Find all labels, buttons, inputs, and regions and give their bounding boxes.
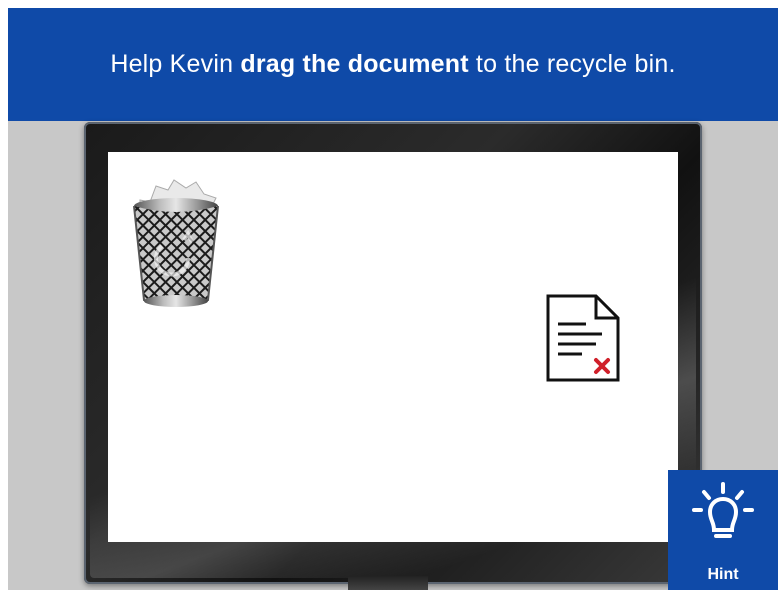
instruction-text: Help Kevin drag the document to the recy… <box>110 50 675 79</box>
recycle-bin-icon[interactable] <box>126 176 226 314</box>
instruction-prefix: Help Kevin <box>110 50 241 78</box>
document-icon[interactable] <box>546 294 620 382</box>
hint-label: Hint <box>707 566 739 583</box>
instruction-banner: Help Kevin drag the document to the recy… <box>8 8 778 121</box>
hint-button[interactable]: Hint <box>668 470 778 590</box>
instruction-bold: drag the document <box>240 50 469 78</box>
lightbulb-icon <box>692 482 754 538</box>
instruction-suffix: to the recycle bin. <box>468 50 676 78</box>
monitor-stand <box>348 576 428 590</box>
stage: Help Kevin drag the document to the recy… <box>8 8 778 590</box>
